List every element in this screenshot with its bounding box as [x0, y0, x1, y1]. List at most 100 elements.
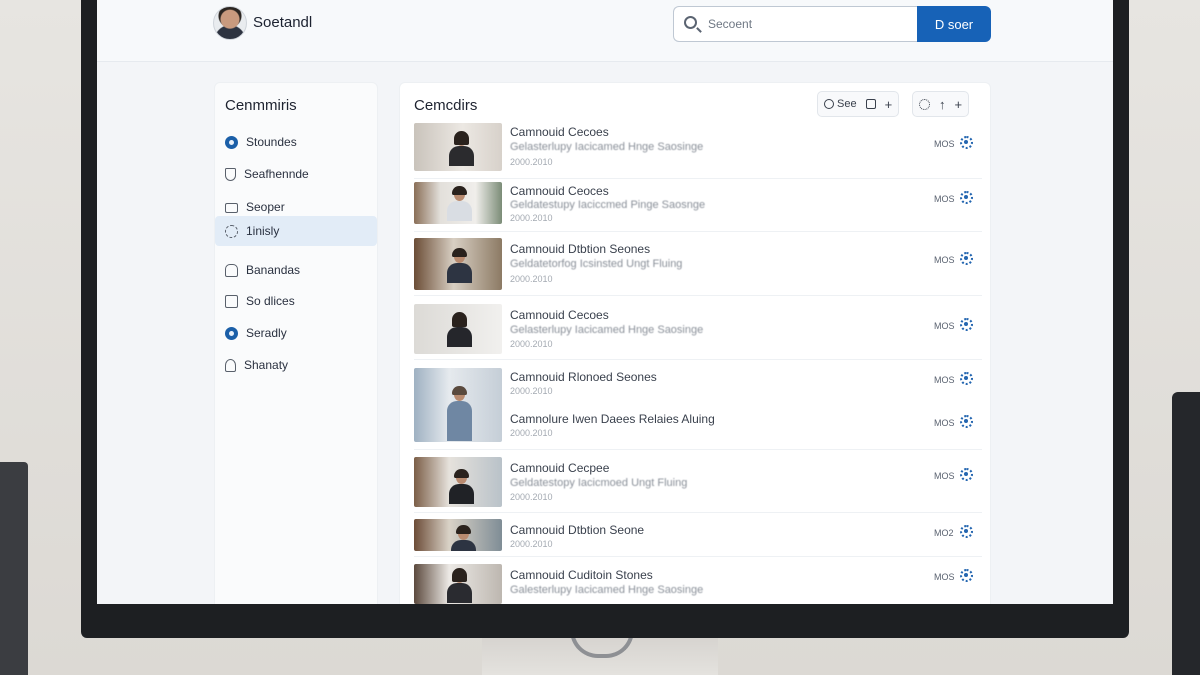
- row-meta: 2000.2010: [510, 492, 553, 502]
- person-icon: [225, 358, 236, 372]
- settings-icon[interactable]: [960, 468, 973, 481]
- row-code: MOS: [934, 139, 955, 149]
- list-item[interactable]: Camnouid Cecoes Gelasterlupy Iacicamed H…: [414, 304, 982, 360]
- row-subtitle: Geldatestupy Iaciccmed Pinge Saosnge: [510, 199, 706, 211]
- toolbar-group-secondary: ↑ +: [912, 91, 970, 117]
- row-code: MOS: [934, 418, 955, 428]
- settings-icon[interactable]: [960, 372, 973, 385]
- row-code: MOS: [934, 471, 955, 481]
- row-meta: 2000.2010: [510, 386, 553, 396]
- sidebar-item-label: So dlices: [246, 294, 295, 308]
- brand-name: Soetandl: [253, 14, 313, 31]
- sidebar-item-label: 1inisly: [246, 224, 280, 238]
- sidebar-item-label: Seafhennde: [244, 167, 309, 181]
- list-item[interactable]: Camnouid Cecoes Gelasterlupy Iacicamed H…: [414, 123, 982, 179]
- search-icon: [684, 16, 697, 29]
- sidebar-item-label: Shanaty: [244, 358, 289, 372]
- sidebar-item-seafhennde[interactable]: Seafhennde: [215, 159, 377, 189]
- sidebar-item-banandas[interactable]: Banandas: [215, 255, 377, 285]
- monitor-bezel: Soetandl Secoent D soer Cenmmiris Stound…: [81, 0, 1129, 638]
- list-item[interactable]: Camnouid Cuditoin Stones Galesterlupy Ia…: [414, 564, 982, 604]
- sidebar-item-shanaty[interactable]: Shanaty: [215, 350, 377, 380]
- list-item[interactable]: Camnouid Ceoces Geldatestupy Iaciccmed P…: [414, 182, 982, 232]
- top-bar: Soetandl Secoent D soer: [97, 0, 1113, 62]
- sidebar-item-seradly[interactable]: Seradly: [215, 318, 377, 348]
- sidebar-item-label: Stoundes: [246, 135, 297, 149]
- row-code: MOS: [934, 321, 955, 331]
- row-title: Camnouid Ceoces: [510, 184, 609, 198]
- row-title: Camnolure Iwen Daees Relaies Aluing: [510, 412, 715, 426]
- edit-icon[interactable]: [865, 99, 876, 109]
- gear-icon: [225, 224, 238, 238]
- sidebar: Cenmmiris Stoundes Seafhennde Seoper 1in…: [214, 82, 378, 604]
- shield-icon: [225, 167, 236, 181]
- thumbnail: [414, 457, 502, 507]
- row-subtitle: Geldatestopy Iacicmoed Ungt Fluing: [510, 477, 688, 489]
- gear-icon[interactable]: [919, 98, 930, 110]
- list-item[interactable]: Camnouid Cecpee Geldatestopy Iacicmoed U…: [414, 457, 982, 513]
- thumbnail: [414, 238, 502, 290]
- upload-button[interactable]: ↑: [939, 98, 946, 111]
- row-title: Camnouid Cecoes: [510, 308, 609, 322]
- see-button[interactable]: See: [824, 98, 857, 110]
- sidebar-item-1inisly[interactable]: 1inisly: [215, 216, 377, 246]
- row-subtitle: Galesterlupy Iacicamed Hnge Saosinge: [510, 584, 704, 596]
- row-title: Camnouid Dtbtion Seones: [510, 242, 651, 256]
- page-title: Cemcdirs: [414, 97, 478, 114]
- home-icon: [225, 263, 238, 277]
- settings-icon[interactable]: [960, 191, 973, 204]
- row-meta: 2000.2010: [510, 428, 553, 438]
- thumbnail: [414, 519, 502, 551]
- row-subtitle: Gelasterlupy Iacicamed Hnge Saosinge: [510, 324, 704, 336]
- thumbnail: [414, 304, 502, 354]
- settings-icon[interactable]: [960, 252, 973, 265]
- see-label: See: [837, 98, 857, 110]
- settings-icon[interactable]: [960, 569, 973, 582]
- sidebar-item-label: Seoper: [246, 200, 285, 214]
- search-button[interactable]: D soer: [917, 6, 991, 42]
- sidebar-item-label: Seradly: [246, 326, 287, 340]
- radio-dot-icon: [225, 135, 238, 149]
- search-placeholder: Secoent: [708, 17, 753, 31]
- adjacent-monitor-right: [1172, 392, 1200, 675]
- sidebar-title: Cenmmiris: [225, 97, 297, 114]
- row-code: MOS: [934, 194, 955, 204]
- row-title: Camnouid Rlonoed Seones: [510, 370, 657, 384]
- add-button[interactable]: +: [885, 98, 893, 111]
- settings-icon[interactable]: [960, 415, 973, 428]
- settings-icon[interactable]: [960, 318, 973, 331]
- radio-dot-icon: [225, 326, 238, 340]
- row-title: Camnouid Cecpee: [510, 461, 610, 475]
- settings-icon[interactable]: [960, 525, 973, 538]
- circle-icon: [824, 99, 834, 109]
- list-item[interactable]: Camnouid Dtbtion Seones Geldatetorfog Ic…: [414, 238, 982, 296]
- toolbar-group-primary: See +: [817, 91, 900, 117]
- settings-icon[interactable]: [960, 136, 973, 149]
- thumbnail: [414, 123, 502, 171]
- row-subtitle: Gelasterlupy Iacicamed Hnge Saosinge: [510, 141, 704, 153]
- search-input[interactable]: Secoent: [673, 6, 919, 42]
- sidebar-item-so-dlices[interactable]: So dlices: [215, 286, 377, 316]
- sidebar-item-label: Banandas: [246, 263, 301, 277]
- avatar[interactable]: [213, 6, 247, 40]
- row-meta: 2000.2010: [510, 539, 553, 549]
- folder-icon: [225, 203, 238, 213]
- list-item-group[interactable]: Camnouid Rlonoed Seones 2000.2010 MOS Ca…: [414, 368, 982, 450]
- adjacent-monitor-left: [0, 462, 28, 675]
- row-code: MO2: [934, 528, 954, 538]
- row-meta: 2000.2010: [510, 274, 553, 284]
- row-code: MOS: [934, 572, 955, 582]
- row-subtitle: Geldatetorfog Icsinsted Ungt Fluing: [510, 258, 683, 270]
- row-code: MOS: [934, 375, 955, 385]
- thumbnail: [414, 368, 502, 442]
- sidebar-item-stoundes[interactable]: Stoundes: [215, 127, 377, 157]
- row-title: Camnouid Cuditoin Stones: [510, 568, 653, 582]
- row-meta: 2000.2010: [510, 157, 553, 167]
- row-meta: 2000.2010: [510, 339, 553, 349]
- list-item[interactable]: Camnouid Dtbtion Seone 2000.2010 MO2: [414, 519, 982, 557]
- add-button[interactable]: +: [955, 98, 963, 111]
- main-panel: Cemcdirs See + ↑ + Camnouid Cecoes Gelas…: [399, 82, 991, 604]
- row-code: MOS: [934, 255, 955, 265]
- box-icon: [225, 294, 238, 308]
- thumbnail: [414, 564, 502, 604]
